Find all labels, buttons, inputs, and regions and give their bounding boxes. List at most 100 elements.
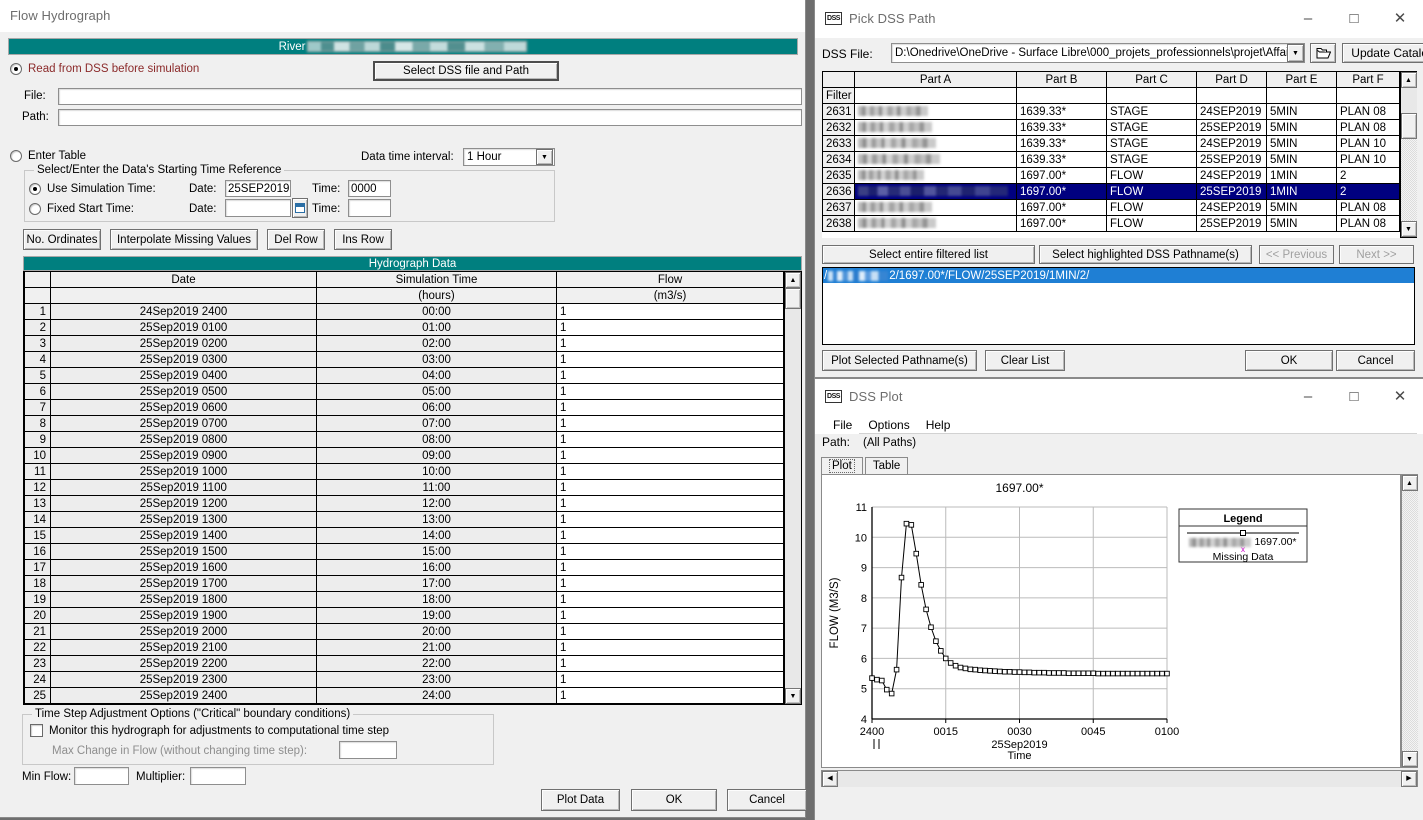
row-flow[interactable]: 1 xyxy=(557,656,784,672)
table-row[interactable]: 2425Sep2019 230023:001 xyxy=(25,672,784,688)
row-part-e[interactable]: 5MIN xyxy=(1267,200,1337,216)
row-part-e[interactable]: 1MIN xyxy=(1267,168,1337,184)
row-part-e[interactable]: 5MIN xyxy=(1267,104,1337,120)
row-flow[interactable]: 1 xyxy=(557,496,784,512)
dss-col-part-c[interactable]: Part C xyxy=(1107,72,1197,88)
tab-plot[interactable]: Plot xyxy=(821,457,863,475)
filter-part-f[interactable] xyxy=(1337,88,1400,104)
row-part-c[interactable]: FLOW xyxy=(1107,216,1197,232)
del-row-button[interactable]: Del Row xyxy=(267,229,325,250)
row-part-a[interactable] xyxy=(855,152,1017,168)
dss-col-part-d[interactable]: Part D xyxy=(1197,72,1267,88)
row-flow[interactable]: 1 xyxy=(557,432,784,448)
row-flow[interactable]: 1 xyxy=(557,368,784,384)
table-row[interactable]: 1925Sep2019 180018:001 xyxy=(25,592,784,608)
scroll-track-lower[interactable] xyxy=(1401,139,1417,221)
table-row[interactable]: 1725Sep2019 160016:001 xyxy=(25,560,784,576)
dss-col-part-e[interactable]: Part E xyxy=(1267,72,1337,88)
table-row[interactable]: 26331639.33*STAGE24SEP20195MINPLAN 10 xyxy=(823,136,1400,152)
scroll-down-icon[interactable]: ▼ xyxy=(1402,751,1418,767)
scroll-down-icon[interactable]: ▼ xyxy=(1401,221,1417,237)
select-entire-filtered-list-button[interactable]: Select entire filtered list xyxy=(822,245,1035,264)
row-part-f[interactable]: PLAN 10 xyxy=(1337,152,1400,168)
row-part-f[interactable]: PLAN 08 xyxy=(1337,216,1400,232)
scroll-up-icon[interactable]: ▲ xyxy=(1402,475,1418,491)
table-row[interactable]: 2225Sep2019 210021:001 xyxy=(25,640,784,656)
row-part-d[interactable]: 24SEP2019 xyxy=(1197,168,1267,184)
calendar-icon[interactable] xyxy=(292,198,308,218)
minimize-button[interactable]: – xyxy=(1285,379,1331,414)
row-part-a[interactable] xyxy=(855,104,1017,120)
dss-col-part-f[interactable]: Part F xyxy=(1337,72,1400,88)
fixed-date-input[interactable] xyxy=(225,199,291,217)
row-flow[interactable]: 1 xyxy=(557,480,784,496)
plot-panel-scrollbar-vertical[interactable]: ▲ ▼ xyxy=(1401,474,1418,768)
table-row[interactable]: 124Sep2019 240000:001 xyxy=(25,304,784,320)
row-part-d[interactable]: 24SEP2019 xyxy=(1197,200,1267,216)
tab-table[interactable]: Table xyxy=(865,457,909,475)
row-flow[interactable]: 1 xyxy=(557,416,784,432)
no-ordinates-button[interactable]: No. Ordinates xyxy=(23,229,101,250)
filter-part-b[interactable] xyxy=(1017,88,1107,104)
row-flow[interactable]: 1 xyxy=(557,592,784,608)
ins-row-button[interactable]: Ins Row xyxy=(334,229,392,250)
filter-part-a[interactable] xyxy=(855,88,1017,104)
scroll-track-upper[interactable] xyxy=(1401,88,1417,113)
table-row[interactable]: 225Sep2019 010001:001 xyxy=(25,320,784,336)
scroll-up-icon[interactable]: ▲ xyxy=(1401,72,1417,88)
table-row[interactable]: 26311639.33*STAGE24SEP20195MINPLAN 08 xyxy=(823,104,1400,120)
dss-ok-button[interactable]: OK xyxy=(1245,350,1333,371)
chevron-down-icon[interactable]: ▼ xyxy=(536,149,553,165)
table-row[interactable]: 1625Sep2019 150015:001 xyxy=(25,544,784,560)
row-part-d[interactable]: 24SEP2019 xyxy=(1197,104,1267,120)
interpolate-missing-values-button[interactable]: Interpolate Missing Values xyxy=(110,229,258,250)
menu-help[interactable]: Help xyxy=(918,416,959,434)
data-time-interval-select[interactable]: 1 Hour ▼ xyxy=(463,148,555,166)
row-part-b[interactable]: 1639.33* xyxy=(1017,136,1107,152)
row-part-b[interactable]: 1697.00* xyxy=(1017,168,1107,184)
minimize-button[interactable]: – xyxy=(1285,0,1331,37)
previous-button[interactable]: << Previous xyxy=(1259,245,1334,264)
scroll-left-icon[interactable]: ◀ xyxy=(822,771,838,787)
row-part-c[interactable]: STAGE xyxy=(1107,136,1197,152)
selected-pathname-item[interactable]: / 2/1697.00*/FLOW/25SEP2019/1MIN/2/ xyxy=(823,268,1414,283)
row-part-b[interactable]: 1697.00* xyxy=(1017,216,1107,232)
row-part-d[interactable]: 25SEP2019 xyxy=(1197,120,1267,136)
plot-data-button[interactable]: Plot Data xyxy=(541,789,620,811)
table-row[interactable]: 2125Sep2019 200020:001 xyxy=(25,624,784,640)
filter-part-d[interactable] xyxy=(1197,88,1267,104)
table-row[interactable]: 2025Sep2019 190019:001 xyxy=(25,608,784,624)
row-flow[interactable]: 1 xyxy=(557,352,784,368)
filter-part-c[interactable] xyxy=(1107,88,1197,104)
close-button[interactable]: ✕ xyxy=(1377,0,1423,37)
row-part-d[interactable]: 25SEP2019 xyxy=(1197,184,1267,200)
row-part-b[interactable]: 1639.33* xyxy=(1017,104,1107,120)
table-row[interactable]: 1825Sep2019 170017:001 xyxy=(25,576,784,592)
dss-cancel-button[interactable]: Cancel xyxy=(1336,350,1415,371)
row-flow[interactable]: 1 xyxy=(557,448,784,464)
row-flow[interactable]: 1 xyxy=(557,512,784,528)
row-part-e[interactable]: 5MIN xyxy=(1267,120,1337,136)
table-row[interactable]: 2325Sep2019 220022:001 xyxy=(25,656,784,672)
row-flow[interactable]: 1 xyxy=(557,384,784,400)
table-row[interactable]: 1425Sep2019 130013:001 xyxy=(25,512,784,528)
dss-col-part-b[interactable]: Part B xyxy=(1017,72,1107,88)
row-part-f[interactable]: 2 xyxy=(1337,184,1400,200)
row-part-a[interactable] xyxy=(855,216,1017,232)
update-catalog-button[interactable]: Update Catalog xyxy=(1342,43,1423,63)
table-row[interactable]: 325Sep2019 020002:001 xyxy=(25,336,784,352)
selected-pathnames-list[interactable]: / 2/1697.00*/FLOW/25SEP2019/1MIN/2/ xyxy=(822,267,1415,345)
table-row[interactable]: 725Sep2019 060006:001 xyxy=(25,400,784,416)
row-part-b[interactable]: 1639.33* xyxy=(1017,120,1107,136)
filter-part-e[interactable] xyxy=(1267,88,1337,104)
row-flow[interactable]: 1 xyxy=(557,688,784,704)
plot-panel-scrollbar-horizontal[interactable]: ◀ ▶ xyxy=(821,770,1418,787)
row-flow[interactable]: 1 xyxy=(557,400,784,416)
min-flow-input[interactable] xyxy=(74,767,129,785)
row-part-a[interactable] xyxy=(855,136,1017,152)
row-part-e[interactable]: 5MIN xyxy=(1267,216,1337,232)
plot-selected-pathnames-button[interactable]: Plot Selected Pathname(s) xyxy=(822,350,977,371)
row-part-c[interactable]: STAGE xyxy=(1107,120,1197,136)
enter-table-radio[interactable]: Enter Table xyxy=(10,150,86,162)
fixed-time-input[interactable] xyxy=(348,199,391,217)
